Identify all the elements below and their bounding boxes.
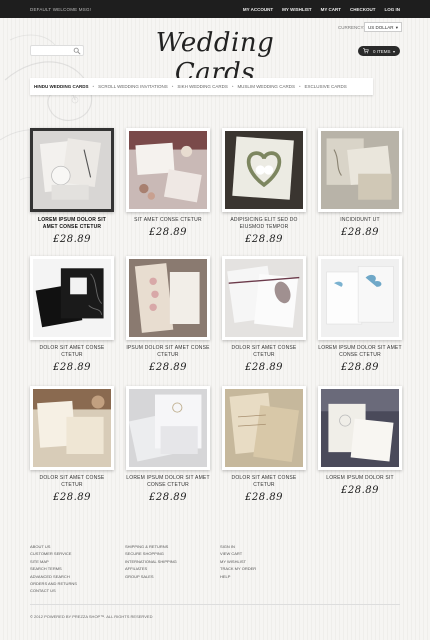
chevron-down-icon: ▾	[392, 48, 395, 54]
footer-link-view-cart[interactable]: VIEW CART	[220, 551, 256, 556]
product-card[interactable]: SIT AMET CONSE CTETUR £28.89	[126, 128, 210, 238]
my-wishlist-link[interactable]: MY WISHLIST	[282, 7, 311, 12]
footer-link-search-terms[interactable]: SEARCH TERMS	[30, 566, 77, 571]
footer-link-affiliates[interactable]: AFFILIATES	[125, 566, 177, 571]
product-image[interactable]	[318, 386, 402, 470]
product-name[interactable]: DOLOR SIT AMET CONSE CTETUR	[30, 345, 114, 359]
search-icon[interactable]	[73, 47, 81, 55]
footer-column-1: ABOUT US CUSTOMER SERVICE SITE MAP SEARC…	[30, 544, 77, 596]
product-name[interactable]: INCIDIDUNT UT	[318, 217, 402, 224]
product-price: £28.89	[245, 492, 283, 503]
footer-link-orders-and-returns[interactable]: ORDERS AND RETURNS	[30, 581, 77, 586]
product-price: £28.89	[341, 362, 379, 373]
product-name[interactable]: LOREM IPSUM DOLOR SIT	[318, 475, 402, 482]
top-bar: DEFAULT WELCOME MSG! MY ACCOUNT MY WISHL…	[0, 0, 430, 18]
product-name[interactable]: IPSUM DOLOR SIT AMET CONSE CTETUR	[126, 345, 210, 359]
footer-link-sign-in[interactable]: SIGN IN	[220, 544, 256, 549]
search-input[interactable]	[30, 45, 84, 56]
product-image[interactable]	[222, 128, 306, 212]
product-card[interactable]: DOLOR SIT AMET CONSE CTETUR £28.89	[30, 386, 114, 503]
product-card[interactable]: ADIPISICING ELIT SED DO EIUSMOD TEMPOR £…	[222, 128, 306, 245]
footer-link-contact-us[interactable]: CONTACT US	[30, 588, 77, 593]
checkout-link[interactable]: CHECKOUT	[350, 7, 376, 12]
welcome-message: DEFAULT WELCOME MSG!	[30, 7, 92, 12]
product-image[interactable]	[222, 256, 306, 340]
product-name[interactable]: ADIPISICING ELIT SED DO EIUSMOD TEMPOR	[222, 217, 306, 231]
footer-link-help[interactable]: HELP	[220, 574, 256, 579]
currency-label: CURRENCY:	[338, 25, 365, 30]
footer-link-about-us[interactable]: ABOUT US	[30, 544, 77, 549]
nav-item-hindu-wedding-cards[interactable]: HINDU WEDDING CARDS	[30, 84, 93, 89]
footer-link-customer-service[interactable]: CUSTOMER SERVICE	[30, 551, 77, 556]
product-image[interactable]	[318, 128, 402, 212]
product-image[interactable]	[30, 386, 114, 470]
footer-link-advanced-search[interactable]: ADVANCED SEARCH	[30, 574, 77, 579]
product-card[interactable]: LOREM IPSUM DOLOR SIT AMET CONSE CTETUR …	[126, 386, 210, 503]
product-card[interactable]: LOREM IPSUM DOLOR SIT £28.89	[318, 386, 402, 496]
footer-divider	[30, 604, 400, 605]
footer-link-international-shipping[interactable]: INTERNATIONAL SHIPPING	[125, 559, 177, 564]
product-name[interactable]: DOLOR SIT AMET CONSE CTETUR	[222, 475, 306, 489]
chevron-down-icon: ▾	[395, 25, 398, 30]
footer-column-2: SHIPPING & RETURNS SECURE SHOPPING INTER…	[125, 544, 177, 581]
product-price: £28.89	[53, 234, 91, 245]
account-links: MY ACCOUNT MY WISHLIST MY CART CHECKOUT …	[243, 7, 400, 12]
footer-link-group-sales[interactable]: GROUP SALES	[125, 574, 177, 579]
login-link[interactable]: LOG IN	[385, 7, 401, 12]
currency-value: US DOLLAR	[368, 25, 394, 30]
copyright-text: © 2012 POWERED BY PREZZA SHOP™. ALL RIGH…	[30, 614, 153, 619]
product-card[interactable]: DOLOR SIT AMET CONSE CTETUR £28.89	[30, 256, 114, 373]
cart-icon	[363, 48, 369, 54]
product-card[interactable]: LOREM IPSUM DOLOR SIT AMET CONSE CTETUR …	[30, 128, 114, 245]
product-name[interactable]: SIT AMET CONSE CTETUR	[126, 217, 210, 224]
nav-item-exclusive-cards[interactable]: EXCLUSIVE CARDS	[301, 84, 351, 89]
product-image[interactable]	[126, 386, 210, 470]
product-name[interactable]: DOLOR SIT AMET CONSE CTETUR	[222, 345, 306, 359]
product-image[interactable]	[126, 128, 210, 212]
product-name[interactable]: LOREM IPSUM DOLOR SIT AMET CONSE CTETUR	[126, 475, 210, 489]
product-price: £28.89	[53, 492, 91, 503]
product-price: £28.89	[245, 362, 283, 373]
product-price: £28.89	[245, 234, 283, 245]
product-price: £28.89	[341, 485, 379, 496]
product-image[interactable]	[222, 386, 306, 470]
footer-column-3: SIGN IN VIEW CART MY WISHLIST TRACK MY O…	[220, 544, 256, 581]
product-card[interactable]: IPSUM DOLOR SIT AMET CONSE CTETUR £28.89	[126, 256, 210, 373]
product-price: £28.89	[341, 227, 379, 238]
product-price: £28.89	[149, 362, 187, 373]
product-price: £28.89	[149, 227, 187, 238]
product-price: £28.89	[53, 362, 91, 373]
footer-link-my-wishlist[interactable]: MY WISHLIST	[220, 559, 256, 564]
product-price: £28.89	[149, 492, 187, 503]
product-name[interactable]: DOLOR SIT AMET CONSE CTETUR	[30, 475, 114, 489]
product-image[interactable]	[318, 256, 402, 340]
product-card[interactable]: DOLOR SIT AMET CONSE CTETUR £28.89	[222, 256, 306, 373]
footer-link-site-map[interactable]: SITE MAP	[30, 559, 77, 564]
product-name[interactable]: LOREM IPSUM DOLOR SIT AMET CONSE CTETUR	[30, 217, 114, 231]
nav-item-sikh-wedding-cards[interactable]: SIKH WEDDING CARDS	[173, 84, 232, 89]
product-image[interactable]	[126, 256, 210, 340]
product-card[interactable]: LOREM IPSUM DOLOR SIT AMET CONSE CTETUR …	[318, 256, 402, 373]
product-image[interactable]	[30, 128, 114, 212]
my-cart-link[interactable]: MY CART	[321, 7, 341, 12]
main-navigation: HINDU WEDDING CARDS • SCROLL WEDDING INV…	[30, 78, 373, 95]
nav-item-muslim-wedding-cards[interactable]: MUSLIM WEDDING CARDS	[233, 84, 299, 89]
footer-link-shipping-returns[interactable]: SHIPPING & RETURNS	[125, 544, 177, 549]
product-name[interactable]: LOREM IPSUM DOLOR SIT AMET CONSE CTETUR	[318, 345, 402, 359]
product-card[interactable]: DOLOR SIT AMET CONSE CTETUR £28.89	[222, 386, 306, 503]
footer-link-secure-shopping[interactable]: SECURE SHOPPING	[125, 551, 177, 556]
nav-item-scroll-wedding-invitations[interactable]: SCROLL WEDDING INVITATIONS	[94, 84, 172, 89]
my-account-link[interactable]: MY ACCOUNT	[243, 7, 273, 12]
currency-select[interactable]: US DOLLAR ▾	[364, 22, 402, 32]
product-image[interactable]	[30, 256, 114, 340]
product-card[interactable]: INCIDIDUNT UT £28.89	[318, 128, 402, 238]
footer-link-track-my-order[interactable]: TRACK MY ORDER	[220, 566, 256, 571]
cart-button[interactable]: 0 ITEMS ▾	[358, 46, 400, 56]
cart-count: 0 ITEMS	[373, 49, 391, 54]
